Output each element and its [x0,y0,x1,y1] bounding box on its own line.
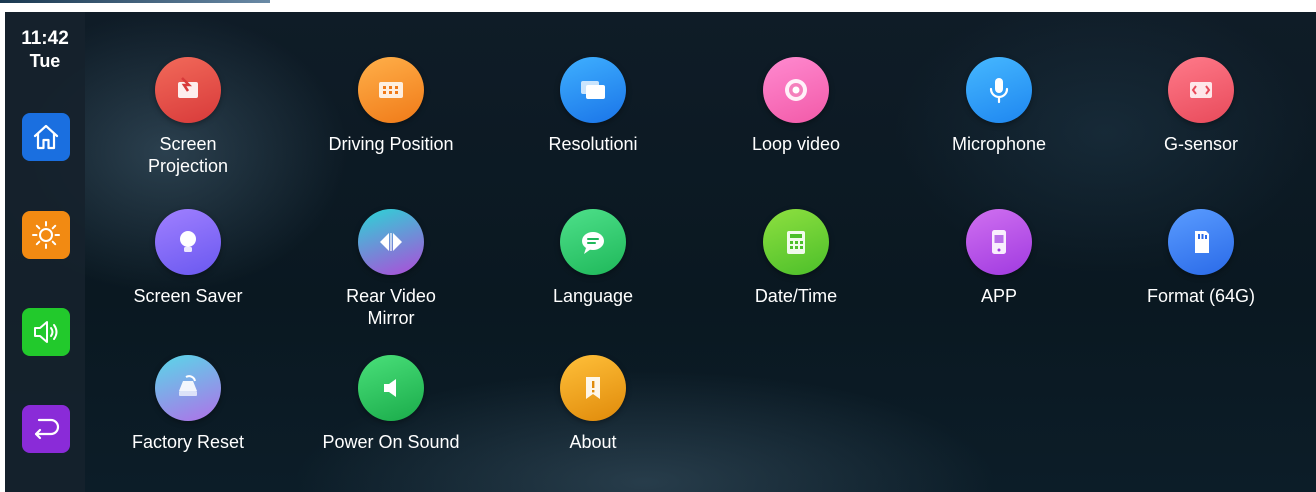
volume-icon [34,321,58,343]
setting-item-microphone[interactable]: Microphone [904,57,1094,155]
setting-label: Screen Saver [133,286,243,306]
setting-label: Date/Time [754,286,838,306]
setting-item-factory-reset[interactable]: Factory Reset [93,355,283,453]
setting-item-app[interactable]: APP [904,209,1094,307]
volume-button[interactable] [22,308,70,356]
sidebar: 11:42 Tue [5,12,85,492]
setting-item-screen-saver[interactable]: Screen Saver [93,209,283,307]
loop-video-icon [763,57,829,123]
app-icon [966,209,1032,275]
setting-label: G-sensor [1163,134,1239,154]
setting-item-power-on-sound[interactable]: Power On Sound [296,355,486,453]
setting-label: Language [552,286,634,306]
back-icon [34,418,60,440]
setting-item-driving-position[interactable]: Driving Position [296,57,486,155]
setting-label: Microphone [951,134,1047,154]
setting-label: Screen Projection [147,134,229,176]
factory-reset-icon [155,355,221,421]
rear-video-mirror-icon [358,209,424,275]
g-sensor-icon [1168,57,1234,123]
home-button[interactable] [22,113,70,161]
clock-time: 11:42 [21,28,69,49]
setting-label: About [569,432,617,452]
setting-label: APP [980,286,1018,306]
setting-label: Power On Sound [322,432,460,452]
format-sd-icon [1168,209,1234,275]
clock: 11:42 Tue [5,28,85,72]
back-button[interactable] [22,405,70,453]
setting-item-format-sd[interactable]: Format (64G) [1106,209,1296,307]
top-strip [0,0,270,3]
setting-label: Resolutioni [548,134,638,154]
setting-label: Driving Position [328,134,454,154]
microphone-icon [966,57,1032,123]
setting-item-resolution[interactable]: Resolutioni [498,57,688,155]
date-time-icon [763,209,829,275]
brightness-button[interactable] [22,211,70,259]
screen-saver-icon [155,209,221,275]
setting-label: Factory Reset [131,432,245,452]
setting-label: Loop video [751,134,841,154]
setting-item-rear-video-mirror[interactable]: Rear Video Mirror [296,209,486,329]
setting-label: Rear Video Mirror [346,286,436,328]
driving-position-icon [358,57,424,123]
setting-label: Format (64G) [1146,286,1256,306]
language-icon [560,209,626,275]
resolution-icon [560,57,626,123]
clock-day: Tue [29,51,61,71]
setting-item-language[interactable]: Language [498,209,688,307]
setting-item-loop-video[interactable]: Loop video [701,57,891,155]
setting-item-about[interactable]: About [498,355,688,453]
settings-screen: 11:42 Tue Screen Projection Driving Posi… [5,12,1316,492]
setting-item-g-sensor[interactable]: G-sensor [1106,57,1296,155]
setting-item-screen-projection[interactable]: Screen Projection [93,57,283,177]
brightness-icon [32,221,60,249]
about-icon [560,355,626,421]
setting-item-date-time[interactable]: Date/Time [701,209,891,307]
screen-projection-icon [155,57,221,123]
home-icon [33,124,59,150]
power-on-sound-icon [358,355,424,421]
